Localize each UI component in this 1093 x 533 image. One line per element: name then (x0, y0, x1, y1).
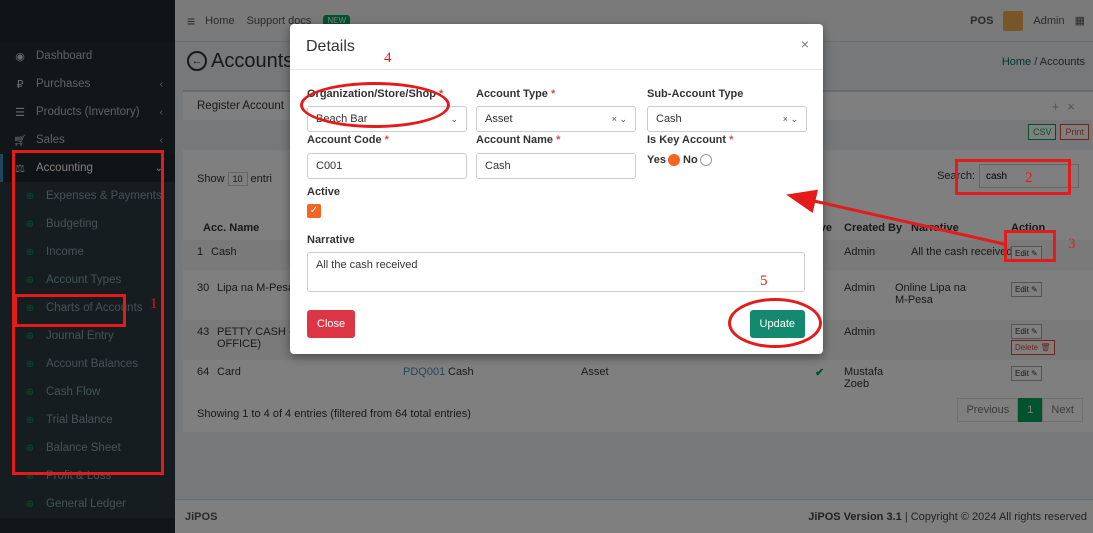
active-checkbox[interactable]: ✓ (307, 204, 321, 218)
active-label: Active (307, 186, 341, 198)
code-input[interactable]: C001 (307, 153, 467, 179)
annotation-ellipse-update (728, 298, 822, 348)
clear-chevron-icon: × ⌄ (611, 113, 627, 124)
annotation-number: 5 (760, 273, 768, 289)
clear-chevron-icon: × ⌄ (782, 113, 798, 124)
radio-yes[interactable] (667, 154, 680, 167)
annotation-box-edit (1004, 230, 1056, 262)
chevron-down-icon: ⌄ (450, 113, 458, 124)
key-account-radios: Yes No (647, 154, 712, 167)
name-label: Account Name * (476, 134, 561, 146)
narrative-textarea[interactable]: All the cash received (307, 252, 805, 292)
name-input[interactable]: Cash (476, 153, 636, 179)
annotation-number: 4 (384, 50, 392, 66)
close-icon[interactable]: × (801, 36, 809, 52)
annotation-box-search (955, 159, 1071, 195)
code-label: Account Code * (307, 134, 389, 146)
annotation-number: 2 (1025, 170, 1033, 186)
radio-no[interactable] (699, 154, 712, 167)
account-type-select[interactable]: Asset × ⌄ (476, 106, 636, 132)
annotation-number: 3 (1068, 236, 1076, 252)
sub-type-select[interactable]: Cash × ⌄ (647, 106, 807, 132)
annotation-box-charts (14, 294, 126, 327)
modal-title: Details (306, 37, 355, 55)
narrative-label: Narrative (307, 234, 355, 246)
key-account-label: Is Key Account * (647, 134, 734, 146)
account-type-label: Account Type * (476, 88, 556, 100)
modal-header: Details (290, 24, 823, 70)
close-button[interactable]: Close (307, 310, 356, 338)
annotation-ellipse-org (300, 82, 450, 128)
annotation-number: 1 (150, 296, 158, 312)
sub-type-label: Sub-Account Type (647, 88, 744, 100)
